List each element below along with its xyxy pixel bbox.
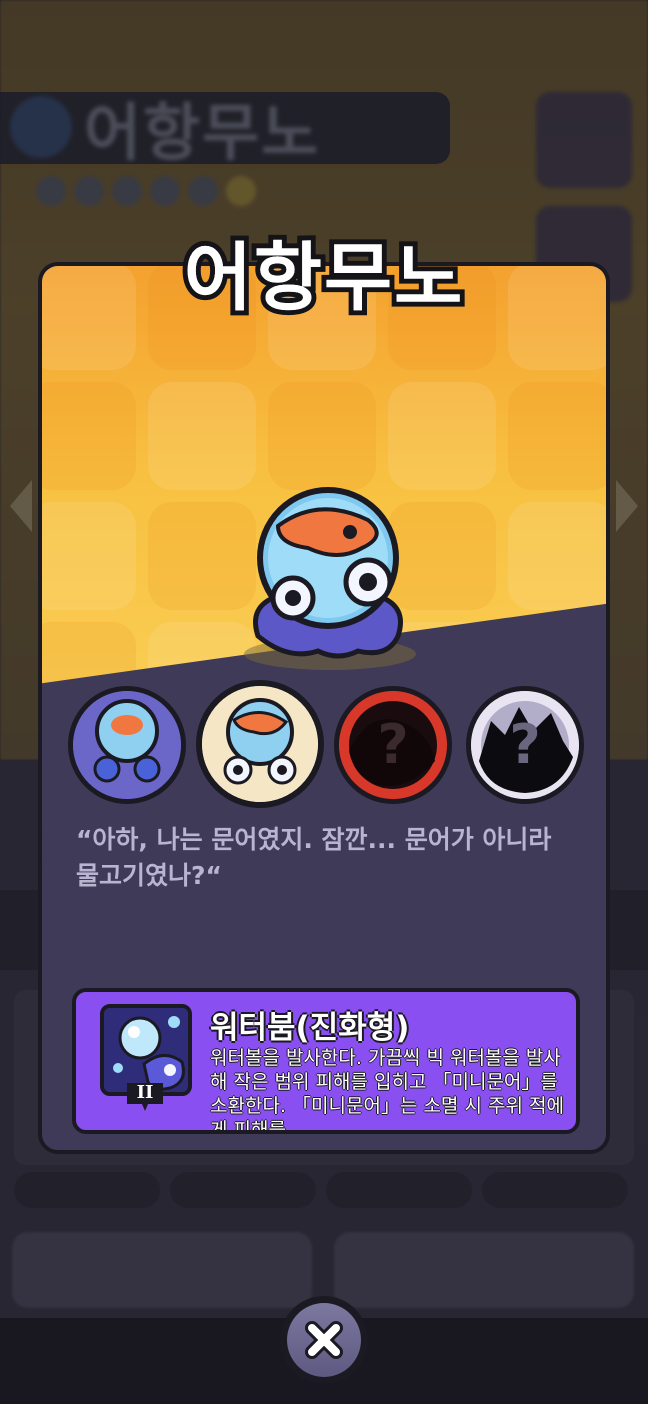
evolution-stage-4-locked[interactable]: ? (466, 686, 584, 804)
skill-name: 워터붐(진화형) (210, 1010, 410, 1046)
close-x-icon (305, 1321, 343, 1359)
skill-description: 워터볼을 발사한다. 가끔씩 빅 워터볼을 발사해 작은 범위 피해를 입히고 … (210, 1047, 564, 1134)
evolution-stage-1[interactable] (68, 686, 186, 804)
character-name: 어항무노 (183, 235, 465, 321)
close-button[interactable] (280, 1296, 368, 1384)
skill-panel: II 워터붐(진화형) 워터볼을 발사한다. 가끔씩 빅 워터볼을 발사해 작은… (72, 988, 580, 1134)
character-portrait (238, 486, 418, 676)
skill-level-badge: II (124, 1080, 166, 1114)
character-quote: “아하, 나는 문어였지. 잠깐... 문어가 아니라 물고기였나?“ (76, 825, 552, 890)
evolution-stage-3-locked[interactable]: ? (334, 686, 452, 804)
locked-mark: ? (509, 713, 541, 776)
evolution-stage-2[interactable] (196, 680, 324, 808)
character-detail-modal: ? ? “아하, 나는 문어였지. 잠깐... 문어가 아니라 물고기였나?“ (38, 262, 610, 1154)
locked-mark: ? (377, 713, 409, 776)
